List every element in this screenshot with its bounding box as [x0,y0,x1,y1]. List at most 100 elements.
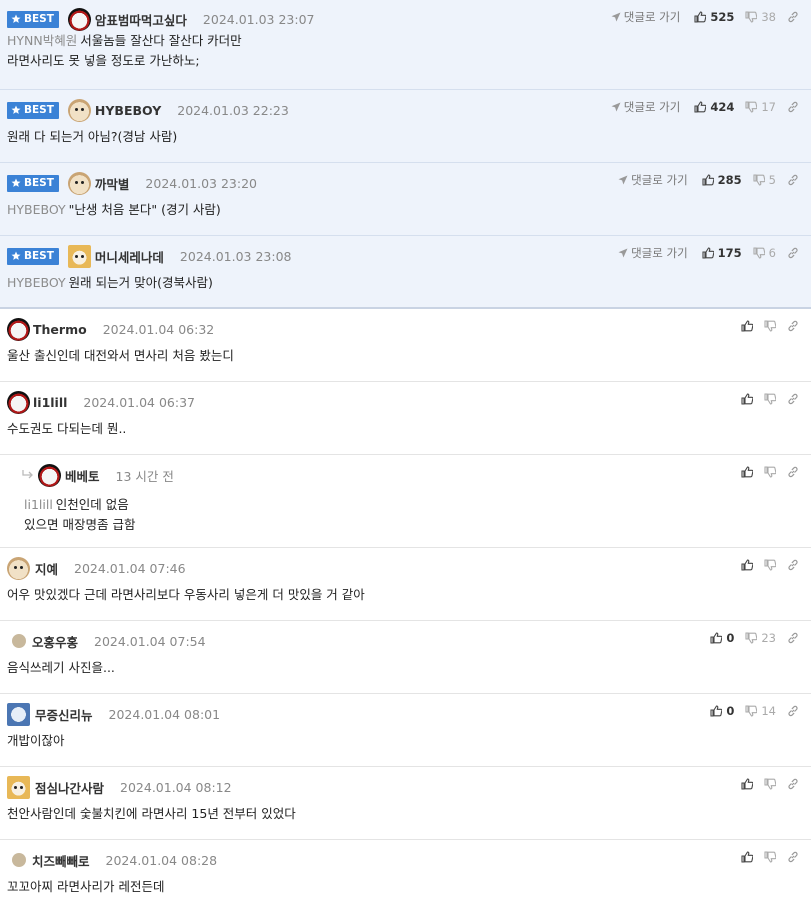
link-icon[interactable] [787,174,799,186]
avatar[interactable] [67,171,91,195]
comment-actions: 댓글로 가기 175 6 [618,245,799,261]
reply-arrow-icon [22,470,33,479]
dislike-count: 14 [761,704,776,718]
comment-header: 지예 2024.01.04 07:46 [7,556,186,580]
like-button[interactable] [741,778,753,790]
nickname[interactable]: 오홍우홍 [32,632,78,651]
dislike-button[interactable]: 6 [753,246,776,260]
avatar[interactable] [7,556,30,580]
avatar[interactable] [38,463,61,487]
like-button[interactable] [741,466,753,478]
like-button[interactable]: 285 [702,173,742,187]
like-button[interactable]: 0 [710,704,734,718]
link-icon[interactable] [787,320,799,332]
like-button[interactable]: 0 [710,631,734,645]
star-icon [11,251,21,260]
thumbs-up-icon [741,559,753,571]
dislike-button[interactable]: 17 [745,100,776,114]
goto-comment-button[interactable]: 댓글로 가기 [618,245,688,261]
dislike-button[interactable] [764,559,776,571]
link-icon[interactable] [787,632,799,644]
thumbs-up-icon [710,705,723,717]
avatar[interactable] [7,317,30,341]
like-button[interactable]: 424 [694,100,734,114]
dislike-button[interactable] [764,320,776,332]
comment-actions [741,464,799,480]
avatar[interactable] [7,390,30,414]
dislike-count: 23 [761,631,776,645]
link-icon[interactable] [787,247,799,259]
best-label: BEST [24,176,54,189]
dislike-button[interactable]: 23 [745,631,776,645]
comment-actions: 댓글로 가기 285 5 [618,172,799,188]
best-comment: BEST 까막별 2024.01.03 23:20 댓글로 가기 285 5 H… [0,163,811,236]
mention[interactable]: HYBEBOY [7,275,66,290]
comment-text: 어우 맛있겠다 근데 라면사리보다 우동사리 넣은게 더 맛있을 거 같아 [7,587,365,602]
goto-comment-button[interactable]: 댓글로 가기 [611,99,680,115]
comment-text: 원래 다 되는거 아님?(경남 사람) [7,129,178,144]
comment-actions: 0 14 [710,703,799,719]
comment-text: 원래 되는거 맞아(경북사람) [68,275,213,290]
goto-label: 댓글로 가기 [623,10,681,24]
like-button[interactable] [741,393,753,405]
thumbs-up-icon [710,632,723,644]
link-icon[interactable] [787,559,799,571]
thumbs-up-icon [741,851,753,863]
comment-date: 2024.01.04 08:01 [108,706,221,722]
goto-comment-button[interactable]: 댓글로 가기 [611,9,681,25]
dislike-button[interactable] [764,393,776,405]
nickname[interactable]: 베베토 [65,466,100,485]
dislike-button[interactable] [764,778,776,790]
goto-comment-button[interactable]: 댓글로 가기 [618,172,688,188]
avatar[interactable] [67,98,91,122]
mention[interactable]: HYBEBOY [7,202,66,217]
dislike-button[interactable] [764,466,776,478]
thumbs-up-icon [702,247,714,259]
link-icon[interactable] [787,466,799,478]
avatar[interactable] [7,702,30,726]
nickname[interactable]: 머니세레나데 [95,247,164,266]
link-icon[interactable] [787,101,799,113]
link-icon[interactable] [787,778,799,790]
nickname[interactable]: 암표범따먹고싶다 [95,10,187,29]
avatar[interactable] [12,634,26,648]
nickname[interactable]: HYBEBOY [95,103,161,118]
link-icon[interactable] [787,705,799,717]
dislike-button[interactable] [764,851,776,863]
nickname[interactable]: 까막별 [95,174,130,193]
like-count: 175 [717,246,742,260]
dislike-button[interactable]: 5 [753,173,776,187]
comment-body: 음식쓰레기 사진을... [7,658,115,678]
link-icon[interactable] [787,11,799,23]
mention[interactable]: HYNN박혜원 [7,33,77,48]
nickname[interactable]: li1lill [33,395,67,410]
nickname[interactable]: Thermo [33,322,87,337]
like-button[interactable] [741,851,753,863]
dislike-button[interactable]: 38 [745,10,776,24]
star-icon [11,178,21,187]
like-button[interactable] [741,320,753,332]
dislike-button[interactable]: 14 [745,704,776,718]
like-button[interactable]: 175 [702,246,742,260]
nickname[interactable]: 치즈빼빼로 [32,851,90,870]
nickname[interactable]: 지예 [35,559,58,578]
comment-date: 2024.01.03 23:07 [202,11,315,27]
comment-actions: 댓글로 가기 525 38 [611,9,799,25]
avatar[interactable] [12,853,26,867]
thumbs-down-icon [745,11,758,23]
avatar[interactable] [67,244,91,268]
like-button[interactable]: 525 [694,10,734,24]
thumbs-down-icon [745,705,758,717]
thumbs-down-icon [764,466,776,478]
nickname[interactable]: 점심나간사람 [35,778,104,797]
comment-body: 천안사람인데 숯불치킨에 라면사리 15년 전부터 있었다 [7,804,296,824]
nickname[interactable]: 무증신리뉴 [35,705,93,724]
avatar[interactable] [7,775,30,799]
comment-body: HYBEBOY 원래 되는거 맞아(경북사람) [7,273,213,293]
mention[interactable]: li1lill [24,497,53,512]
avatar[interactable] [67,7,91,31]
link-icon[interactable] [787,851,799,863]
like-button[interactable] [741,559,753,571]
link-icon[interactable] [787,393,799,405]
best-label: BEST [24,12,54,25]
